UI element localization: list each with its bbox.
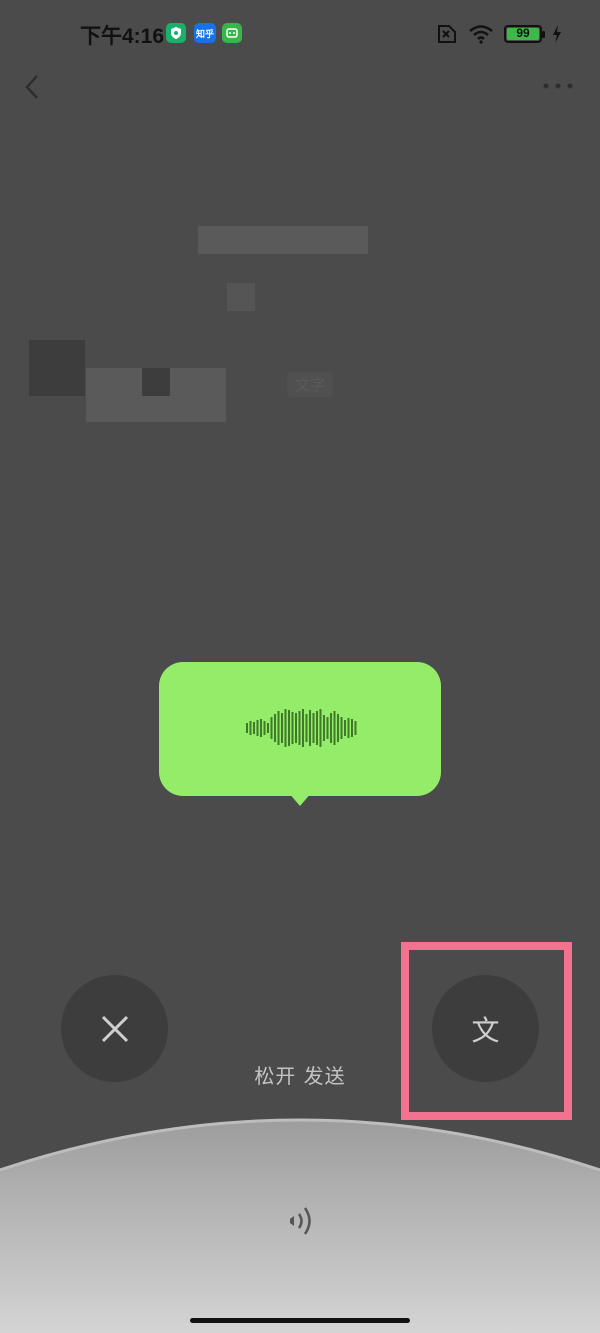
blurred-block — [227, 283, 255, 311]
waveform-bar — [340, 717, 343, 739]
highlight-box — [401, 942, 572, 1120]
waveform-bar — [263, 721, 266, 735]
speaker-icon — [290, 1207, 311, 1235]
waveform-bar — [344, 720, 346, 736]
waveform-bar — [305, 714, 308, 742]
waveform-bar — [295, 713, 297, 743]
waveform-bar — [256, 720, 259, 736]
battery-icon: 99 — [504, 25, 545, 43]
blurred-block — [142, 368, 170, 396]
waveform-bar — [326, 717, 329, 739]
waveform-bar — [288, 710, 290, 746]
shield-app-icon — [166, 23, 186, 43]
waveform-bar — [267, 723, 269, 733]
waveform-bar — [302, 709, 304, 747]
waveform-bar — [270, 717, 273, 739]
battery-cap — [542, 31, 545, 38]
status-bar: 下午4:16 知乎 99 — [0, 0, 600, 66]
waveform-bar — [347, 718, 350, 738]
more-dots-icon[interactable] — [540, 78, 576, 94]
waveform-bar — [351, 719, 353, 737]
wifi-icon — [469, 25, 493, 44]
waveform-bar — [249, 721, 252, 735]
blurred-title-block — [198, 226, 368, 254]
waveform-bar — [253, 722, 255, 734]
waveform-bar — [323, 715, 325, 741]
status-time: 下午4:16 — [80, 25, 165, 48]
waveform-bar — [274, 714, 276, 742]
system-icons: 99 — [434, 22, 562, 46]
charging-bolt-icon — [553, 25, 561, 43]
blurred-avatar — [29, 340, 85, 396]
battery-level: 99 — [516, 26, 530, 40]
waveform-icon — [246, 709, 357, 747]
waveform-bar — [333, 711, 336, 745]
zhihu-app-icon: 知乎 — [194, 23, 216, 43]
chat-text-label: 文字 — [287, 372, 334, 397]
chat-header — [0, 66, 600, 110]
waveform-bar — [354, 721, 357, 735]
no-sim-icon — [438, 25, 456, 43]
waveform-bar — [277, 711, 280, 745]
waveform-bar — [260, 719, 262, 737]
green-app-icon — [222, 23, 242, 43]
waveform-bar — [291, 712, 294, 744]
waveform-bar — [298, 711, 301, 745]
waveform-bar — [316, 711, 318, 745]
waveform-bar — [246, 723, 248, 733]
waveform-bar — [330, 713, 332, 743]
waveform-bar — [337, 714, 339, 742]
waveform-bar — [312, 713, 315, 743]
waveform-bar — [309, 710, 311, 746]
waveform-bar — [319, 709, 322, 747]
waveform-bar — [281, 713, 283, 743]
close-icon — [101, 1015, 128, 1042]
waveform-bar — [284, 709, 287, 747]
voice-bubble-tail — [288, 792, 312, 806]
home-indicator — [190, 1318, 410, 1323]
chevron-left-icon[interactable] — [18, 72, 48, 102]
